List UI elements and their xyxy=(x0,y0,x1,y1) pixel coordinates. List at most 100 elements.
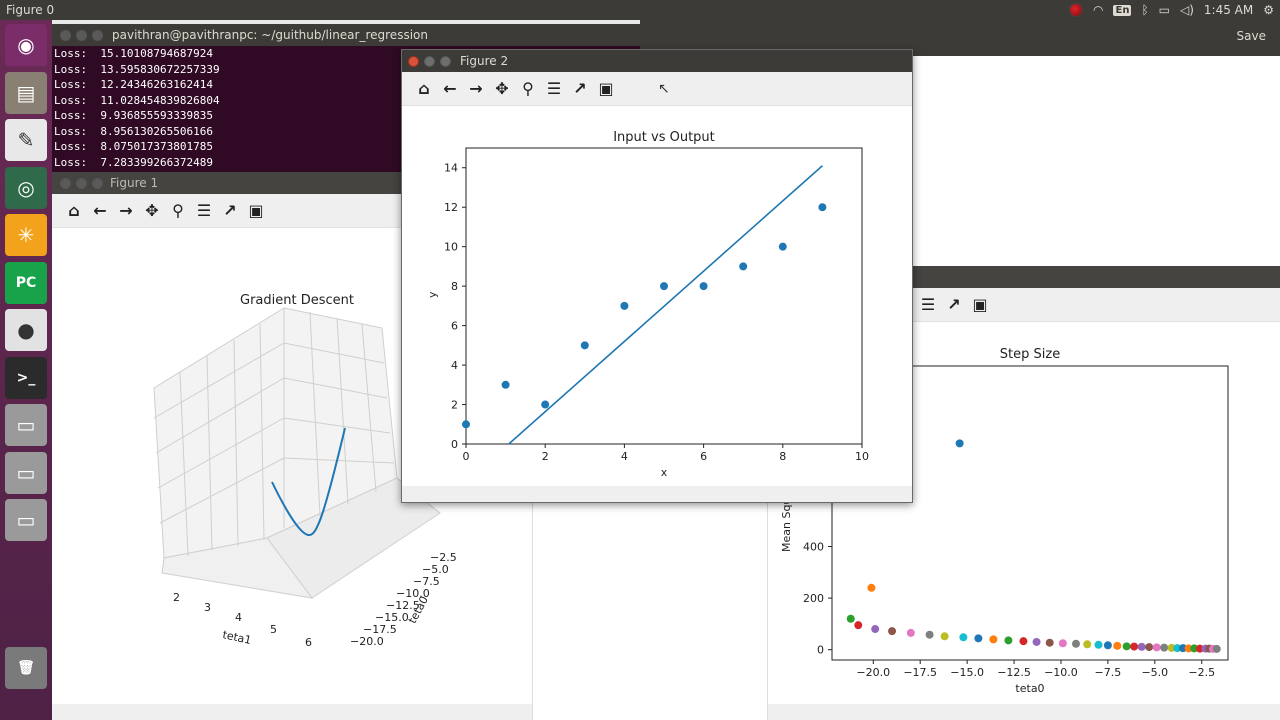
chrome-icon[interactable]: ● xyxy=(5,309,47,351)
close-icon[interactable] xyxy=(60,30,71,41)
data-point xyxy=(1160,643,1169,652)
wifi-icon[interactable]: ◠ xyxy=(1093,3,1103,17)
x-tick-label: −2.5 xyxy=(1188,666,1215,679)
y-tick-label: 0 xyxy=(817,644,824,657)
forward-arrow-icon[interactable]: → xyxy=(466,79,486,99)
data-point xyxy=(1113,641,1122,650)
terminal-titlebar[interactable]: pavithran@pavithranpc: ~/guithub/linear_… xyxy=(52,24,640,46)
keyboard-layout-indicator[interactable]: En xyxy=(1113,4,1132,16)
x-axis-label: teta0 xyxy=(1015,682,1044,695)
terminal-icon[interactable]: >_ xyxy=(5,356,47,399)
close-icon[interactable] xyxy=(60,178,71,189)
data-point xyxy=(501,380,510,389)
maximize-icon[interactable] xyxy=(440,56,451,67)
regression-line xyxy=(508,165,823,445)
minimize-icon[interactable] xyxy=(424,56,435,67)
record-indicator-icon[interactable] xyxy=(1069,3,1083,17)
home-icon[interactable]: ⌂ xyxy=(414,79,434,99)
home-icon[interactable]: ⌂ xyxy=(64,201,84,221)
x-tick-label: 10 xyxy=(855,450,869,463)
data-point xyxy=(660,282,668,291)
save-figure-icon[interactable]: ▣ xyxy=(246,201,266,221)
background-window-strip xyxy=(532,503,768,720)
subplots-config-icon[interactable]: ☰ xyxy=(194,201,214,221)
figure2-window: Figure 2 ⌂ ← → ✥ ⚲ ☰ ↗ ▣ ↖ Input vs Outp… xyxy=(401,49,913,503)
input-vs-output-plot[interactable]: Input vs Output x y 0 2 4 6 8 10 0 2 4 6 8 10 12 14 xyxy=(402,106,912,486)
data-point xyxy=(541,400,550,409)
data-point xyxy=(1212,644,1221,653)
x-tick-label: −5.0 xyxy=(1141,666,1168,679)
data-point xyxy=(925,630,934,639)
minimize-icon[interactable] xyxy=(76,178,87,189)
x-tick-label: 6 xyxy=(700,450,707,463)
maximize-icon[interactable] xyxy=(92,178,103,189)
y-tick: −20.0 xyxy=(350,635,384,648)
save-figure-icon[interactable]: ▣ xyxy=(970,295,990,315)
battery-icon[interactable]: ▭ xyxy=(1159,3,1170,17)
trash-icon[interactable]: 🗑 xyxy=(5,646,47,689)
close-icon[interactable] xyxy=(408,56,419,67)
drive-icon-2[interactable]: ▭ xyxy=(5,451,47,494)
data-point xyxy=(871,625,880,634)
save-button[interactable]: Save xyxy=(1237,29,1266,43)
axis-ticks: −20.0 −17.5 −15.0 −12.5 −10.0 −7.5 −5.0 −2.5 0 20… xyxy=(803,541,1215,679)
x-axis-label: teta1 xyxy=(221,628,252,647)
data-point xyxy=(1071,639,1080,648)
volume-icon[interactable]: ◁) xyxy=(1180,3,1194,17)
data-point xyxy=(1145,643,1154,652)
ubuntu-dash-icon[interactable]: ◉ xyxy=(5,24,47,66)
pan-move-icon[interactable]: ✥ xyxy=(142,201,162,221)
terminal-title: pavithran@pavithranpc: ~/guithub/linear_… xyxy=(112,28,428,42)
drive-icon-3[interactable]: ▭ xyxy=(5,499,47,541)
chart-marks xyxy=(462,165,827,445)
data-point xyxy=(462,420,470,429)
drive-icon-1[interactable]: ▭ xyxy=(5,404,47,446)
data-point xyxy=(906,628,915,637)
pan-move-icon[interactable]: ✥ xyxy=(492,79,512,99)
x-tick: 4 xyxy=(235,611,242,624)
figure2-titlebar[interactable]: Figure 2 xyxy=(402,50,912,72)
subplots-config-icon[interactable]: ☰ xyxy=(918,295,938,315)
files-icon[interactable]: ▤ xyxy=(5,71,47,114)
plot-frame xyxy=(465,147,863,445)
system-tray: ◠ En ᛒ ▭ ◁) 1:45 AM ⚙ xyxy=(1069,0,1274,20)
x-tick: 3 xyxy=(204,601,211,614)
figure2-statusbar xyxy=(402,486,912,502)
zoom-magnifier-icon[interactable]: ⚲ xyxy=(518,79,538,99)
edit-axis-icon[interactable]: ↗ xyxy=(570,79,590,99)
y-tick-label: 6 xyxy=(451,320,458,333)
x-tick-label: 0 xyxy=(463,450,470,463)
x-tick: 6 xyxy=(305,636,312,649)
data-point xyxy=(1045,638,1054,647)
data-point xyxy=(846,614,855,623)
text-editor-icon[interactable]: ✎ xyxy=(5,119,47,161)
edit-axis-icon[interactable]: ↗ xyxy=(220,201,240,221)
top-panel: Figure 0 ◠ En ᛒ ▭ ◁) 1:45 AM ⚙ xyxy=(0,0,1280,20)
color-picker-icon[interactable]: ✳ xyxy=(5,214,47,256)
mouse-cursor-icon: ↖ xyxy=(658,80,670,97)
x-tick-label: −15.0 xyxy=(950,666,984,679)
zoom-magnifier-icon[interactable]: ⚲ xyxy=(168,201,188,221)
minimize-icon[interactable] xyxy=(76,30,87,41)
settings-gear-icon[interactable]: ⚙ xyxy=(1263,3,1274,17)
camera-app-icon[interactable]: ◎ xyxy=(5,166,47,209)
pycharm-icon[interactable]: PC xyxy=(5,261,47,304)
data-point xyxy=(989,635,998,644)
data-point xyxy=(699,282,708,291)
clock[interactable]: 1:45 AM xyxy=(1204,3,1253,17)
edit-axis-icon[interactable]: ↗ xyxy=(944,295,964,315)
forward-arrow-icon[interactable]: → xyxy=(116,201,136,221)
subplots-config-icon[interactable]: ☰ xyxy=(544,79,564,99)
save-figure-icon[interactable]: ▣ xyxy=(596,79,616,99)
data-point xyxy=(1152,643,1161,652)
bluetooth-icon[interactable]: ᛒ xyxy=(1141,3,1148,17)
x-tick-label: 8 xyxy=(779,450,786,463)
data-point xyxy=(1122,642,1131,651)
data-point xyxy=(1094,640,1103,649)
maximize-icon[interactable] xyxy=(92,30,103,41)
back-arrow-icon[interactable]: ← xyxy=(90,201,110,221)
data-point xyxy=(739,262,748,271)
x-axis-label: x xyxy=(661,466,668,479)
back-arrow-icon[interactable]: ← xyxy=(440,79,460,99)
plot-title: Input vs Output xyxy=(613,130,715,145)
